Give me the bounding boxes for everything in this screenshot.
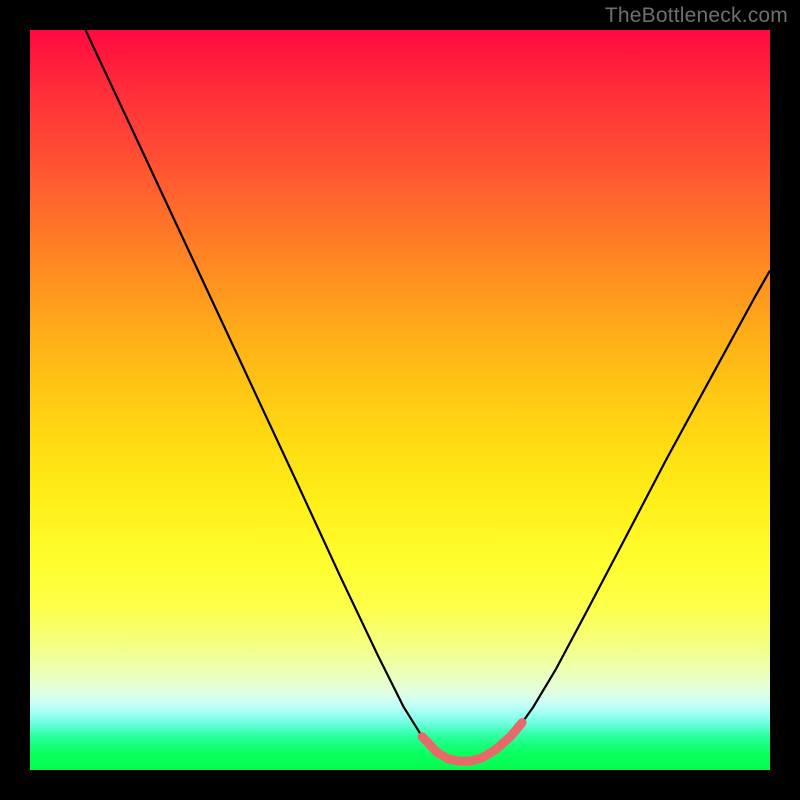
watermark-label: TheBottleneck.com bbox=[605, 4, 788, 28]
plot-area bbox=[30, 30, 770, 770]
pink-highlight bbox=[422, 723, 522, 761]
chart-frame: TheBottleneck.com bbox=[0, 0, 800, 800]
curve-layer bbox=[30, 30, 770, 770]
black-curve bbox=[86, 30, 771, 761]
